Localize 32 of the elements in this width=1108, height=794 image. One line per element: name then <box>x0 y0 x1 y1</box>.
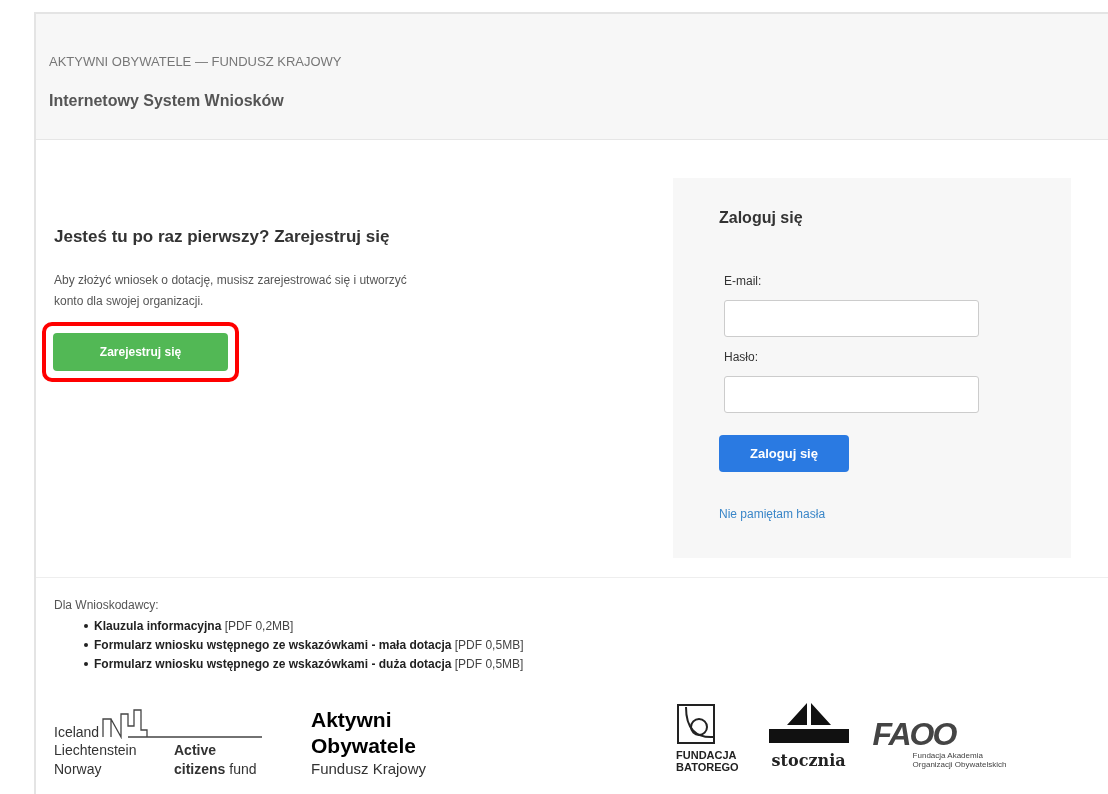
login-button[interactable]: Zaloguj się <box>719 435 849 472</box>
field-label: Hasło: <box>724 349 759 366</box>
logo-title: Obywatele <box>311 733 418 759</box>
input-field[interactable] <box>724 300 979 337</box>
ship-logo-icon <box>768 701 849 743</box>
logo-title: FAOO <box>872 717 956 751</box>
system-title: Internetowy System Wniosków <box>49 90 285 111</box>
documents-intro: Dla Wnioskodawcy: <box>54 597 160 614</box>
logo-title: Aktywni <box>311 707 393 733</box>
forgot-password-link[interactable]: Nie pamiętam hasła <box>719 505 826 523</box>
fund-name: Active <box>174 741 217 760</box>
bullet-icon <box>84 662 88 666</box>
organization-name: AKTYWNI OBYWATELE — FUNDUSZ KRAJOWY <box>49 53 343 71</box>
logo-caption: Fundacja Akademia Organizacji Obywatelskich <box>912 751 1008 769</box>
logo-text: FUNDACJA <box>676 749 737 761</box>
logo-subtitle: Fundusz Krajowy <box>311 759 427 779</box>
country-name: Iceland <box>54 723 100 741</box>
fund-name: citizens fund <box>174 760 257 779</box>
field-label: E-mail: <box>724 273 763 290</box>
register-description: Aby złożyć wniosek o dotację, musisz zarejestrować się i utworzyć konto dla swojej organizacji. <box>54 271 408 310</box>
input-field[interactable] <box>724 376 979 413</box>
country-name: Norway <box>54 760 103 779</box>
logo-text: BATOREGO <box>676 761 739 773</box>
country-name: Liechtenstein <box>54 741 138 760</box>
register-heading: Jesteś tu po raz pierwszy? Zarejestruj się <box>54 226 390 248</box>
document-link[interactable]: Formularz wniosku wstępnego ze wskazówkami - mała dotacja [PDF 0,5MB] <box>94 636 524 654</box>
bullet-icon <box>84 624 88 628</box>
document-link[interactable]: Formularz wniosku wstępnego ze wskazówkami - duża dotacja [PDF 0,5MB] <box>94 655 524 673</box>
bullet-icon <box>84 643 88 647</box>
document-link[interactable]: Klauzula informacyjna [PDF 0,2MB] <box>94 617 294 635</box>
login-heading: Zaloguj się <box>719 208 803 228</box>
logo-text: stocznia <box>771 750 846 772</box>
